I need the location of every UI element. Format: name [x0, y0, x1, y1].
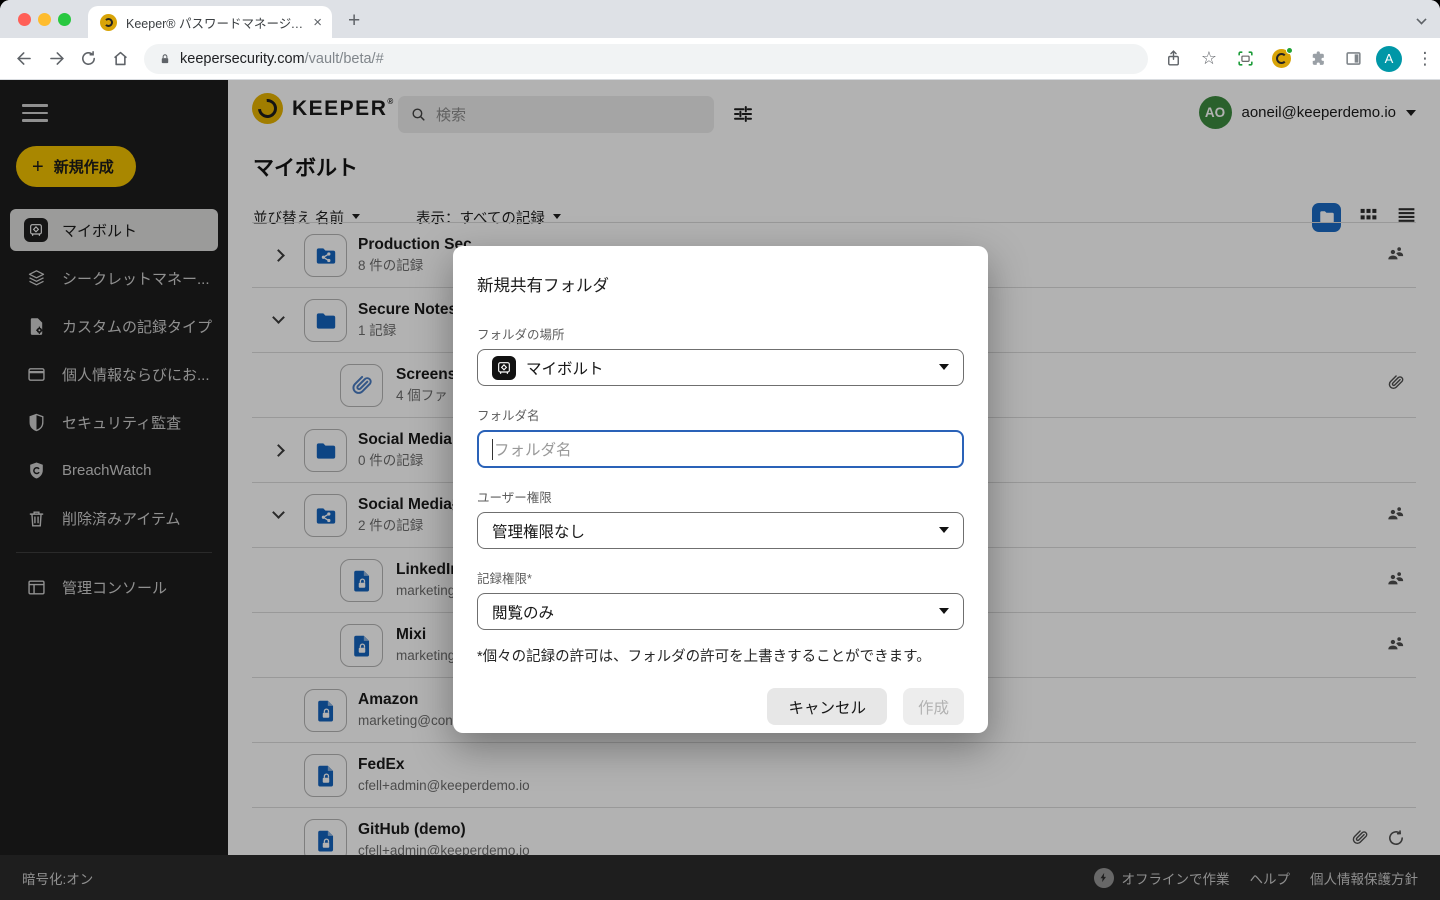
folder-location-select[interactable]: マイボルト: [477, 349, 964, 386]
keeper-extension-button[interactable]: [1266, 44, 1296, 74]
folder-name-label: フォルダ名: [477, 409, 540, 423]
create-button[interactable]: 作成: [902, 688, 964, 725]
keeper-app: + 新規作成 マイボルト シークレットマネー... カスタムの記録タイプ 個人情報なら…: [0, 80, 1440, 900]
macos-zoom-button[interactable]: [58, 13, 71, 26]
dialog-actions: キャンセル 作成: [477, 688, 964, 725]
macos-minimize-button[interactable]: [38, 13, 51, 26]
macos-close-button[interactable]: [18, 13, 31, 26]
chevron-down-icon: [939, 364, 949, 375]
browser-menu-button[interactable]: ⋮: [1410, 44, 1440, 74]
browser-tab[interactable]: Keeper® パスワードマネージャー ×: [88, 6, 332, 38]
url-domain: keepersecurity.com: [180, 50, 305, 67]
chevron-down-icon: [939, 527, 949, 538]
text-cursor: [492, 438, 493, 460]
tab-search-chevron-icon[interactable]: [1416, 14, 1427, 25]
record-permissions-label: 記録権限*: [477, 572, 532, 586]
browser-tab-strip: Keeper® パスワードマネージャー × +: [0, 0, 1440, 38]
browser-window: Keeper® パスワードマネージャー × + keepersecurity.c…: [0, 0, 1440, 900]
user-permissions-value: 管理権限なし: [492, 523, 586, 541]
browser-profile-avatar[interactable]: A: [1374, 44, 1404, 74]
browser-toolbar: keepersecurity.com/vault/beta/# ☆ A ⋮: [0, 38, 1440, 80]
back-button[interactable]: [8, 43, 40, 75]
user-permissions-select[interactable]: 管理権限なし: [477, 512, 964, 549]
permissions-note: *個々の記録の許可は、フォルダの許可を上書きすることができます。: [477, 649, 931, 665]
vault-icon: [492, 355, 516, 380]
url-path: /vault/beta/#: [304, 50, 384, 67]
screenshot-extension-button[interactable]: [1230, 44, 1260, 74]
toolbar-actions: ☆ A ⋮: [1158, 44, 1440, 74]
extensions-puzzle-button[interactable]: [1302, 44, 1332, 74]
lock-icon: [161, 53, 169, 63]
tab-title: Keeper® パスワードマネージャー: [126, 16, 308, 31]
share-button[interactable]: [1158, 44, 1188, 74]
reload-button[interactable]: [72, 43, 104, 75]
cancel-button[interactable]: キャンセル: [767, 688, 887, 725]
record-permissions-select[interactable]: 閲覧のみ: [477, 593, 964, 630]
keeper-favicon-icon: [100, 13, 117, 31]
folder-name-input[interactable]: フォルダ名: [477, 430, 964, 468]
dialog-title: 新規共有フォルダ: [477, 277, 609, 295]
tab-close-icon[interactable]: ×: [313, 15, 322, 30]
new-tab-button[interactable]: +: [348, 8, 360, 34]
chevron-down-icon: [939, 608, 949, 619]
folder-location-label: フォルダの場所: [477, 328, 565, 342]
address-bar[interactable]: keepersecurity.com/vault/beta/#: [144, 43, 1148, 74]
folder-name-placeholder: フォルダ名: [494, 442, 572, 459]
side-panel-button[interactable]: [1338, 44, 1368, 74]
home-button[interactable]: [104, 43, 136, 75]
new-shared-folder-dialog: 新規共有フォルダ フォルダの場所 マイボルト フォルダ名 フォルダ名 ユーザー権…: [453, 246, 988, 733]
bookmark-star-button[interactable]: ☆: [1194, 44, 1224, 74]
record-permissions-value: 閲覧のみ: [492, 604, 555, 622]
user-permissions-label: ユーザー権限: [477, 491, 552, 505]
forward-button[interactable]: [40, 43, 72, 75]
folder-location-value: マイボルト: [526, 360, 604, 378]
